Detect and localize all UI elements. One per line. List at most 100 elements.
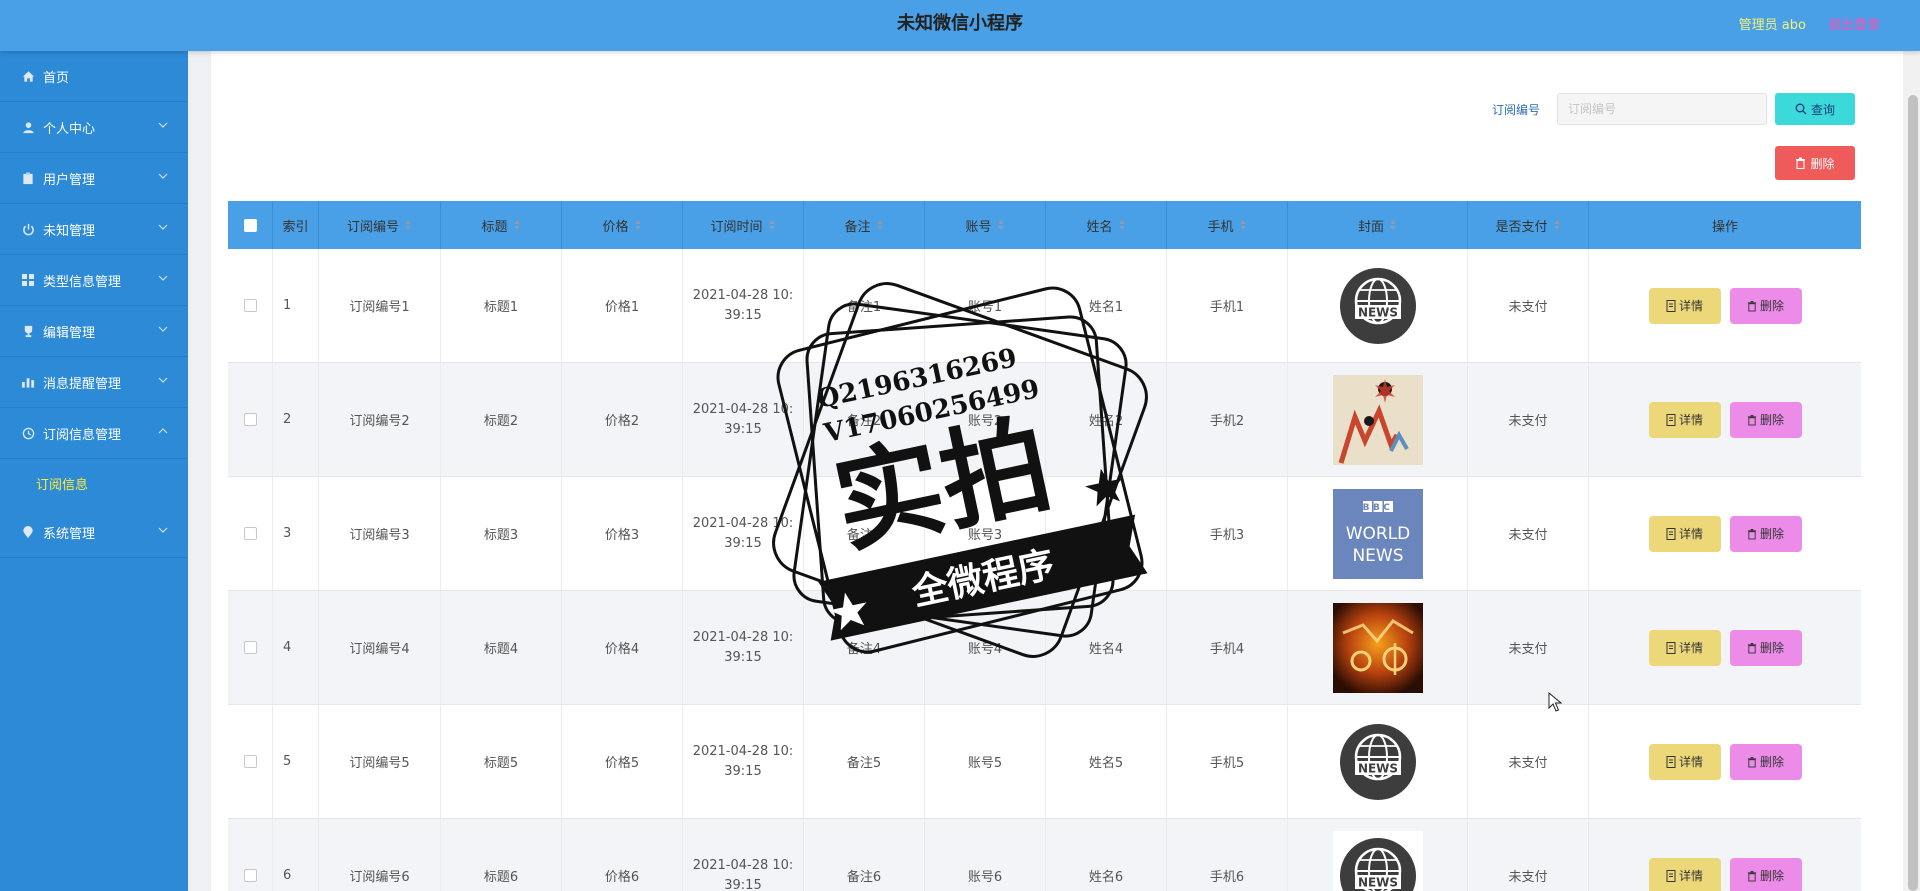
- cover-news-globe-image[interactable]: NEWS: [1332, 830, 1423, 891]
- row-select-cell[interactable]: [228, 705, 273, 818]
- sidebar-item-type-info-management[interactable]: 类型信息管理: [0, 255, 188, 306]
- main-content: 订阅编号 查询 删除 索引 订阅编号 标题 价格 订阅时间 备注 账号 姓名 手…: [211, 51, 1903, 891]
- detail-button[interactable]: 详情: [1648, 743, 1721, 780]
- chevron-down-icon: [158, 275, 168, 281]
- header-cell-sortable[interactable]: 价格: [562, 201, 683, 249]
- header-cell-sortable[interactable]: 订阅编号: [319, 201, 441, 249]
- cover-finance-image[interactable]: [1332, 602, 1423, 693]
- name-cell: 姓名5: [1046, 705, 1167, 818]
- header-select-all[interactable]: [228, 201, 273, 249]
- sidebar-item-home[interactable]: 首页: [0, 51, 188, 102]
- time-cell: 2021-04-28 10: 39:15: [683, 705, 804, 818]
- delete-button[interactable]: 删除: [1729, 629, 1802, 666]
- header-cell-sortable[interactable]: 姓名: [1046, 201, 1167, 249]
- sidebar-item-subscription-info-management[interactable]: 订阅信息管理: [0, 408, 188, 459]
- cover-news-text: NEWS: [1357, 305, 1397, 319]
- detail-button[interactable]: 详情: [1648, 515, 1721, 552]
- sort-icon[interactable]: [1118, 219, 1126, 231]
- sidebar-item-label: 用户管理: [43, 172, 96, 188]
- detail-button-label: 详情: [1678, 527, 1703, 541]
- detail-button[interactable]: 详情: [1648, 629, 1721, 666]
- row-select-cell[interactable]: [228, 477, 273, 590]
- page-scrollbar-thumb[interactable]: [1908, 95, 1918, 891]
- time-cell: 2021-04-28 10: 39:15: [683, 363, 804, 476]
- row-checkbox[interactable]: [243, 641, 257, 654]
- row-checkbox[interactable]: [243, 527, 257, 540]
- delete-button-label: 删除: [1759, 755, 1784, 769]
- note-cell: 备注4: [804, 591, 925, 704]
- account-cell: 账号6: [925, 819, 1046, 891]
- delete-button[interactable]: 删除: [1729, 287, 1802, 324]
- sidebar-item-edit-management[interactable]: 编辑管理: [0, 306, 188, 357]
- header-cell-sortable[interactable]: 订阅时间: [683, 201, 804, 249]
- header-cell-sortable[interactable]: 备注: [804, 201, 925, 249]
- row-select-cell[interactable]: [228, 591, 273, 704]
- detail-button[interactable]: 详情: [1648, 287, 1721, 324]
- index-cell: 1: [273, 249, 319, 362]
- code-cell: 订阅编号2: [319, 363, 441, 476]
- sidebar-item-message-reminder-management[interactable]: 消息提醒管理: [0, 357, 188, 408]
- phone-cell: 手机5: [1167, 705, 1288, 818]
- row-checkbox[interactable]: [243, 755, 257, 768]
- time-clock: 39:15: [724, 421, 762, 437]
- actions-cell: 详情 删除: [1589, 477, 1861, 590]
- sidebar-subitem-subscription-info[interactable]: 订阅信息: [0, 459, 188, 507]
- sort-icon[interactable]: [768, 219, 776, 231]
- app-title: 未知微信小程序: [897, 13, 1023, 34]
- sidebar-item-unknown-management[interactable]: 未知管理: [0, 204, 188, 255]
- batch-delete-button[interactable]: 删除: [1775, 146, 1855, 180]
- sort-icon[interactable]: [404, 219, 412, 231]
- header-label: 标题: [481, 219, 508, 235]
- row-checkbox[interactable]: [243, 869, 257, 882]
- select-all-checkbox[interactable]: [243, 218, 257, 232]
- row-select-cell[interactable]: [228, 363, 273, 476]
- row-select-cell[interactable]: [228, 819, 273, 891]
- detail-button[interactable]: 详情: [1648, 857, 1721, 891]
- cover-bbc-world-news-image[interactable]: BBC WORLDNEWS: [1332, 488, 1423, 579]
- logout-link[interactable]: 退出登录: [1828, 14, 1880, 33]
- sort-icon[interactable]: [997, 219, 1005, 231]
- sort-icon[interactable]: [1389, 219, 1397, 231]
- search-input[interactable]: [1557, 93, 1767, 125]
- sort-icon[interactable]: [1553, 219, 1561, 231]
- header-cell-sortable[interactable]: 是否支付: [1468, 201, 1589, 249]
- chevron-down-icon: [158, 527, 168, 533]
- top-header: 未知微信小程序 管理员 abo 退出登录: [0, 0, 1920, 51]
- subscription-table: 索引 订阅编号 标题 价格 订阅时间 备注 账号 姓名 手机 封面 是否支付 操…: [228, 201, 1861, 891]
- header-cell-sortable[interactable]: 账号: [925, 201, 1046, 249]
- delete-button[interactable]: 删除: [1729, 857, 1802, 891]
- sort-icon[interactable]: [634, 219, 642, 231]
- delete-button[interactable]: 删除: [1729, 515, 1802, 552]
- delete-button-label: 删除: [1759, 413, 1784, 427]
- cover-news-globe-image[interactable]: NEWS: [1332, 716, 1423, 807]
- sort-icon[interactable]: [1239, 219, 1247, 231]
- row-checkbox[interactable]: [243, 299, 257, 312]
- cover-stock-chart-image[interactable]: [1332, 374, 1423, 465]
- code-cell: 订阅编号1: [319, 249, 441, 362]
- delete-button[interactable]: 删除: [1729, 743, 1802, 780]
- sidebar-item-user-management[interactable]: 用户管理: [0, 153, 188, 204]
- user-icon: [21, 120, 35, 134]
- header-cell-sortable[interactable]: 标题: [441, 201, 562, 249]
- query-button[interactable]: 查询: [1775, 93, 1855, 125]
- detail-button[interactable]: 详情: [1648, 401, 1721, 438]
- header-label: 操作: [1711, 219, 1738, 235]
- time-date: 2021-04-28 10:: [692, 629, 794, 645]
- document-icon: [1666, 869, 1676, 882]
- sidebar-item-system-management[interactable]: 系统管理: [0, 507, 188, 558]
- header-label: 订阅时间: [710, 219, 763, 235]
- header-label: 订阅编号: [346, 219, 399, 235]
- cover-cell: NEWS: [1288, 819, 1468, 891]
- sort-icon[interactable]: [513, 219, 521, 231]
- clipboard-icon: [21, 171, 35, 185]
- sidebar-item-personal-center[interactable]: 个人中心: [0, 102, 188, 153]
- header-cell-sortable[interactable]: 手机: [1167, 201, 1288, 249]
- row-select-cell[interactable]: [228, 249, 273, 362]
- delete-button[interactable]: 删除: [1729, 401, 1802, 438]
- cover-news-globe-image[interactable]: NEWS: [1332, 260, 1423, 351]
- header-cell-sortable[interactable]: 封面: [1288, 201, 1468, 249]
- row-checkbox[interactable]: [243, 413, 257, 426]
- search-label: 订阅编号: [1492, 103, 1541, 117]
- sort-icon[interactable]: [876, 219, 884, 231]
- header-label: 备注: [844, 219, 871, 235]
